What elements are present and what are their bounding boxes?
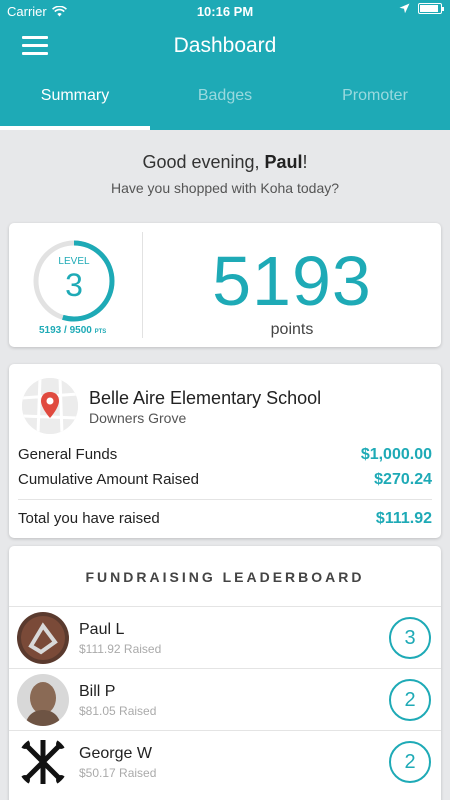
leaderboard-row[interactable]: George W $50.17 Raised 2 [9,730,441,792]
tab-summary[interactable]: Summary [0,80,150,130]
leader-raised: $111.92 Raised [79,642,162,656]
user-name: Paul [264,152,303,172]
rank-badge: 3 [389,617,431,659]
fund-amount: $270.24 [374,471,432,488]
battery-icon [418,3,444,14]
level-points-card[interactable]: LEVEL 3 5193 / 9500 PTS 5193 points [9,223,441,347]
total-raised-row: Total you have raised $111.92 [18,510,432,528]
leader-name: Paul L [79,621,125,638]
leaderboard-card: FUNDRAISING LEADERBOARD Paul L $111.92 R… [9,546,441,800]
tab-badges[interactable]: Badges [150,80,300,130]
leader-raised: $50.17 Raised [79,766,157,780]
leaderboard-title: FUNDRAISING LEADERBOARD [85,569,365,585]
points-total: 5193 [212,242,372,320]
general-funds-row: General Funds $1,000.00 [18,446,432,464]
fund-label: General Funds [18,446,118,463]
rank-badge: 2 [389,679,431,721]
level-number: 3 [65,267,83,303]
fund-label: Cumulative Amount Raised [18,471,199,488]
page-title: Dashboard [173,34,277,57]
clock: 10:16 PM [196,4,254,19]
school-city: Downers Grove [89,410,187,426]
greeting-subtitle: Have you shopped with Koha today? [110,180,340,196]
school-card[interactable]: Belle Aire Elementary School Downers Gro… [9,364,441,538]
greeting: Good evening, Paul! Have you shopped wit… [0,152,450,196]
rank-badge: 2 [389,741,431,783]
school-name: Belle Aire Elementary School [89,388,322,408]
leaderboard-row[interactable]: Paul L $111.92 Raised 3 [9,606,441,668]
school-map-thumbnail [22,378,78,434]
cumulative-raised-row: Cumulative Amount Raised $270.24 [18,471,432,489]
status-bar: Carrier 10:16 PM [0,0,450,22]
avatar [17,674,69,726]
leaderboard-row[interactable]: Bill P $81.05 Raised 2 [9,668,441,730]
leader-name: George W [79,745,152,762]
total-amount: $111.92 [375,510,432,527]
location-arrow-icon [399,3,410,14]
avatar [17,736,69,788]
leader-name: Bill P [79,683,116,700]
divider [18,499,432,500]
greeting-prefix: Good evening, [142,152,265,172]
avatar [17,612,69,664]
level-label: LEVEL [58,256,90,267]
total-label: Total you have raised [18,510,160,527]
fund-amount: $1,000.00 [360,446,432,463]
greeting-suffix: ! [302,152,308,172]
tab-promoter[interactable]: Promoter [300,80,450,130]
tab-bar: Summary Badges Promoter [0,80,450,130]
app-header: Carrier 10:16 PM Dashboard Summary Badge… [0,0,450,130]
points-label: points [270,321,314,338]
level-points-progress: 5193 / 9500 PTS [39,325,107,336]
leader-raised: $81.05 Raised [79,704,157,718]
